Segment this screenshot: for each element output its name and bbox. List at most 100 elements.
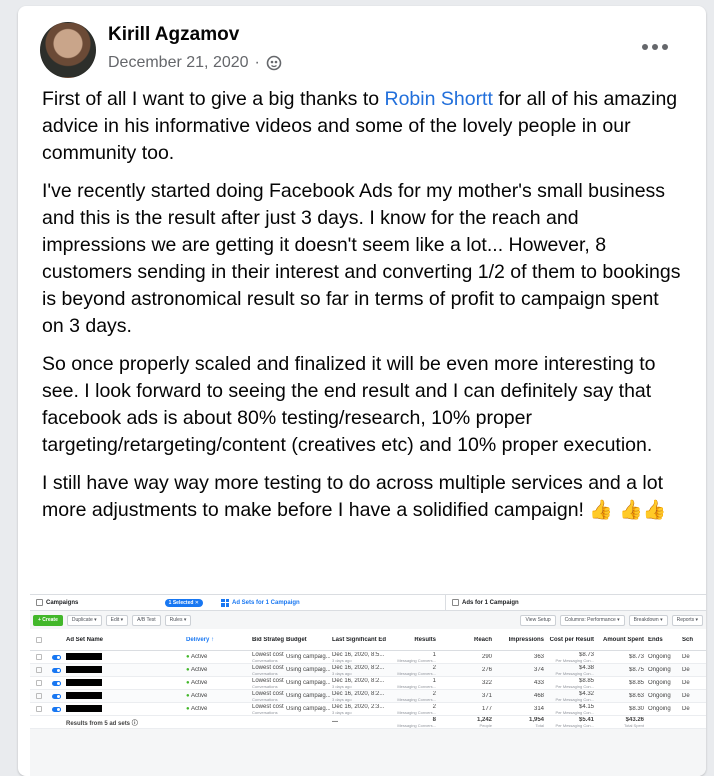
row-checkbox[interactable] (36, 654, 42, 660)
bid-strategy: Lowest cost Conversations (252, 690, 284, 702)
redacted-name (66, 652, 102, 660)
folder-icon (36, 599, 43, 606)
post-meta: December 21, 2020 · (108, 54, 282, 72)
adset-name[interactable] (64, 652, 184, 662)
col-edit[interactable]: Last Significant Edit (330, 637, 386, 643)
table-row[interactable]: ● Active Lowest cost Conversations Using ca… (30, 651, 706, 664)
last-edit: Dec 16, 2020, 8:2... 3 days ago (332, 664, 385, 676)
ads-tabs: Campaigns 1 Selected ✕ Ad Sets for 1 Cam… (30, 594, 706, 611)
reach: 290 (481, 654, 492, 660)
ends: Ongoing (648, 706, 671, 712)
cost-per-result: $8.73 Per Messaging Con... (555, 651, 594, 663)
budget: Using campaig... (286, 654, 330, 660)
row-checkbox[interactable] (36, 693, 42, 699)
row-toggle[interactable] (51, 693, 61, 699)
table-row[interactable]: ● Active Lowest cost Conversations Using ca… (30, 703, 706, 716)
meta-separator: · (254, 54, 260, 71)
row-checkbox[interactable] (36, 706, 42, 712)
duplicate-button[interactable]: Duplicate ▾ (66, 614, 102, 626)
cost-per-result: $4.38 Per Messaging Con... (555, 664, 594, 676)
breakdown-button[interactable]: Breakdown ▾ (628, 614, 668, 626)
adsets-grid-icon (221, 598, 229, 607)
last-edit: Dec 16, 2020, 8:2... 3 days ago (332, 677, 385, 689)
edit-button[interactable]: Edit ▾ (105, 614, 129, 626)
row-toggle[interactable] (51, 680, 61, 686)
delivery-status: ● Active (186, 693, 208, 699)
col-budget[interactable]: Budget (284, 637, 330, 643)
tab-campaigns[interactable]: Campaigns 1 Selected ✕ (30, 595, 215, 611)
bid-strategy: Lowest cost Conversations (252, 703, 284, 715)
tab-adsets[interactable]: Ad Sets for 1 Campaign (215, 595, 445, 611)
schedule: De (682, 680, 690, 686)
more-options-icon[interactable] (642, 44, 668, 54)
reach: 276 (481, 667, 492, 673)
adset-name[interactable] (64, 678, 184, 688)
schedule: De (682, 667, 690, 673)
budget: Using campaig... (286, 706, 330, 712)
col-results[interactable]: Results (386, 637, 438, 643)
mention-link[interactable]: Robin Shortt (385, 88, 493, 110)
row-checkbox[interactable] (36, 680, 42, 686)
row-toggle[interactable] (51, 654, 61, 660)
totals-label[interactable]: Results from 5 ad sets ⓘ (64, 718, 184, 727)
table-body: ● Active Lowest cost Conversations Using ca… (30, 651, 706, 716)
adset-name[interactable] (64, 665, 184, 675)
ads-toolbar: + Create Duplicate ▾ Edit ▾ A/B Test Rul… (30, 613, 706, 627)
select-all-checkbox[interactable] (36, 636, 42, 643)
col-impressions[interactable]: Impressions (494, 637, 546, 643)
results: 2 Messaging Convers... (397, 690, 436, 702)
col-spent[interactable]: Amount Spent (596, 637, 646, 643)
columns-button[interactable]: Columns: Performance ▾ (559, 614, 625, 626)
author-name[interactable]: Kirill Agzamov (108, 24, 239, 46)
col-name[interactable]: Ad Set Name (64, 637, 184, 643)
ends: Ongoing (648, 667, 671, 673)
redacted-name (66, 678, 102, 686)
results: 1 Messaging Convers... (397, 677, 436, 689)
avatar[interactable] (40, 22, 96, 78)
redacted-name (66, 691, 102, 699)
col-delivery[interactable]: Delivery ↑ (184, 637, 250, 643)
tab-ads[interactable]: Ads for 1 Campaign (445, 594, 645, 611)
paragraph-4: I still have way way more testing to do … (42, 472, 667, 521)
row-checkbox[interactable] (36, 667, 42, 673)
post-body: First of all I want to give a big thanks… (42, 86, 682, 535)
schedule: De (682, 706, 690, 712)
table-header: Ad Set Name Delivery ↑ Bid Strategy Budg… (30, 629, 706, 651)
ab-test-button[interactable]: A/B Test (132, 614, 161, 626)
amount-spent: $8.30 (628, 706, 644, 712)
create-button[interactable]: + Create (33, 614, 63, 626)
globe-icon[interactable] (266, 55, 282, 71)
impressions: 314 (533, 706, 544, 712)
adset-name[interactable] (64, 704, 184, 714)
delivery-status: ● Active (186, 706, 208, 712)
col-cpr[interactable]: Cost per Result (546, 637, 596, 643)
ad-icon (452, 599, 459, 606)
amount-spent: $8.73 (628, 654, 644, 660)
table-row[interactable]: ● Active Lowest cost Conversations Using ca… (30, 690, 706, 703)
budget: Using campaig... (286, 680, 330, 686)
reports-button[interactable]: Reports ▾ (671, 614, 703, 626)
totals-row: Results from 5 ad sets ⓘ — 8 Messaging Co… (30, 716, 706, 729)
row-toggle[interactable] (51, 667, 61, 673)
col-bid[interactable]: Bid Strategy (250, 637, 284, 643)
cost-per-result: $4.15 Per Messaging Con... (555, 703, 594, 715)
reach: 177 (481, 706, 492, 712)
ads-manager-screenshot[interactable]: Campaigns 1 Selected ✕ Ad Sets for 1 Cam… (30, 594, 706, 776)
reach: 371 (481, 693, 492, 699)
selected-pill[interactable]: 1 Selected ✕ (164, 598, 203, 607)
post-date[interactable]: December 21, 2020 (108, 54, 249, 72)
view-setup-button[interactable]: View Setup (520, 614, 556, 626)
row-toggle[interactable] (51, 706, 61, 712)
rules-button[interactable]: Rules ▾ (164, 614, 192, 626)
delivery-status: ● Active (186, 667, 208, 673)
last-edit: Dec 16, 2020, 8:5... 3 days ago (332, 651, 385, 663)
col-schedule[interactable]: Sch (680, 637, 700, 643)
table-row[interactable]: ● Active Lowest cost Conversations Using ca… (30, 677, 706, 690)
impressions: 363 (533, 654, 544, 660)
adsets-table: Ad Set Name Delivery ↑ Bid Strategy Budg… (30, 629, 706, 729)
table-row[interactable]: ● Active Lowest cost Conversations Using ca… (30, 664, 706, 677)
adset-name[interactable] (64, 691, 184, 701)
col-reach[interactable]: Reach (438, 637, 494, 643)
col-ends[interactable]: Ends (646, 637, 680, 643)
impressions: 468 (533, 693, 544, 699)
